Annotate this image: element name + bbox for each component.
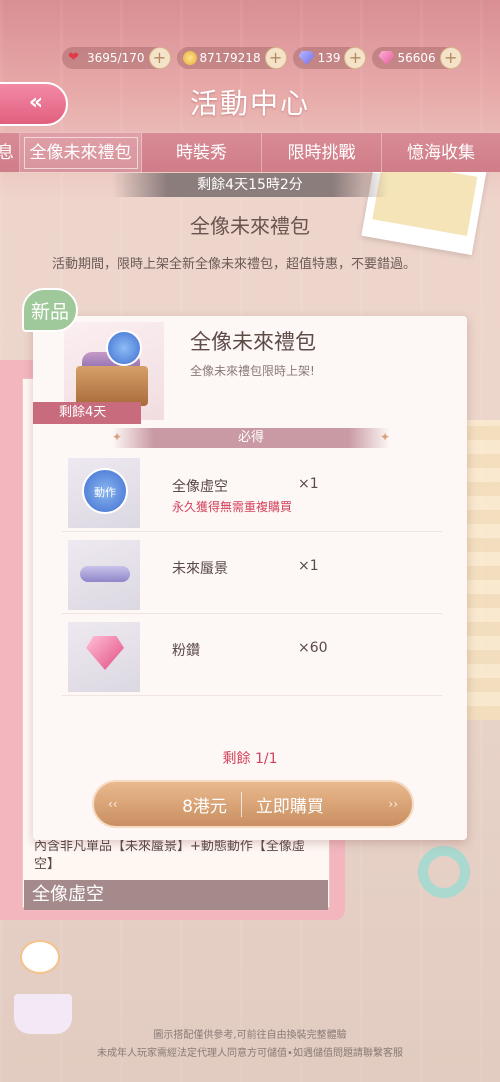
pack-subtitle: 全像未來禮包限時上架! xyxy=(190,364,315,378)
add-pink-diamond-button[interactable]: + xyxy=(439,47,462,69)
footer-disclaimer: 圖示搭配僅供參考,可前往自由換裝完整體驗 xyxy=(153,1030,347,1041)
resource-blue-diamond: 139 + xyxy=(292,47,367,69)
tab-bar: 息 全像未來禮包 時裝秀 限時挑戰 憶海收集 xyxy=(0,132,500,173)
price-label: 8港元 xyxy=(182,791,242,817)
decor-tape xyxy=(418,846,470,898)
pack-title: 全像未來禮包 xyxy=(190,330,316,354)
pink-diamond-icon xyxy=(86,636,124,670)
mascot-decoration xyxy=(0,940,80,1040)
add-blue-diamond-button[interactable]: + xyxy=(344,47,367,69)
page-title: 活動中心 xyxy=(189,87,310,120)
resource-value: 56606 xyxy=(397,51,436,65)
action-badge-icon xyxy=(106,330,142,366)
gold-coin-icon xyxy=(182,51,197,65)
chevron-right-icon: ›› xyxy=(388,797,398,811)
resource-bar: ❤ 3695/170 + 87179218 + 139 + 56606 + xyxy=(62,46,496,70)
tab-fashion-show[interactable]: 時裝秀 xyxy=(142,132,262,173)
buy-now-button[interactable]: ‹‹ 8港元 立即購買 ›› xyxy=(92,780,414,828)
item-quantity: ×60 xyxy=(298,640,328,656)
chevron-left-icon: ‹‹ xyxy=(108,797,118,811)
blue-diamond-icon xyxy=(298,51,315,65)
tab-partial[interactable]: 息 xyxy=(0,132,20,173)
pack-contents-text: 內含非凡單品【未來蜃景】+動態動作【全像虛空】 xyxy=(34,839,305,872)
resource-pink-diamond: 56606 + xyxy=(372,47,462,69)
item-label-bar: 全像虛空 xyxy=(24,880,328,910)
list-item[interactable]: 粉鑽 ×60 xyxy=(62,618,442,696)
item-note: 永久獲得無需重複購買 xyxy=(172,500,293,514)
diamond-ornament-icon: ✦ xyxy=(380,430,391,444)
tab-limited-challenge[interactable]: 限時挑戰 xyxy=(262,132,382,173)
event-timer: 剩餘4天15時2分 xyxy=(112,173,388,197)
heart-icon: ❤ xyxy=(68,50,79,65)
event-description: 活動期間，限時上架全新全像未來禮包，超值特惠，不要錯過。 xyxy=(52,257,417,272)
item-thumbnail xyxy=(68,540,140,610)
resource-stamina: ❤ 3695/170 + xyxy=(62,47,171,69)
headpiece-icon xyxy=(80,566,130,582)
pink-diamond-icon xyxy=(378,51,395,65)
list-item[interactable]: 未來蜃景 ×1 xyxy=(62,536,442,614)
guaranteed-header: 必得 xyxy=(112,428,390,448)
resource-value: 3695/170 xyxy=(87,51,145,65)
buy-label: 立即購買 xyxy=(255,796,324,817)
tab-holo-future-pack[interactable]: 全像未來禮包 xyxy=(20,132,142,173)
item-quantity: ×1 xyxy=(298,476,319,492)
new-badge: 新品 xyxy=(22,288,78,332)
gift-box-icon xyxy=(76,366,148,406)
item-name: 全像虛空 xyxy=(172,479,228,495)
pack-remaining-tag: 剩餘4天 xyxy=(33,402,141,424)
item-quantity: ×1 xyxy=(298,558,319,574)
footer-notice: 未成年人玩家需經法定代理人同意方可儲值•如遇儲值問題請聯繫客服 xyxy=(97,1048,403,1059)
item-name: 未來蜃景 xyxy=(172,561,228,577)
resource-value: 139 xyxy=(317,51,341,65)
item-thumbnail: 動作 xyxy=(68,458,140,528)
resource-value: 87179218 xyxy=(199,51,261,65)
tab-memory-collection[interactable]: 憶海收集 xyxy=(382,133,500,173)
action-emote-icon: 動作 xyxy=(82,468,128,514)
purchase-remaining-count: 剩餘 1/1 xyxy=(222,751,278,767)
item-name: 粉鑽 xyxy=(172,643,200,659)
mascot-head xyxy=(20,940,60,974)
add-gold-button[interactable]: + xyxy=(264,47,287,69)
add-stamina-button[interactable]: + xyxy=(148,47,171,69)
resource-gold: 87179218 + xyxy=(176,47,287,69)
item-thumbnail xyxy=(68,622,140,692)
section-title: 全像未來禮包 xyxy=(190,214,310,238)
list-item[interactable]: 動作 全像虛空 ×1 永久獲得無需重複購買 xyxy=(62,454,442,532)
